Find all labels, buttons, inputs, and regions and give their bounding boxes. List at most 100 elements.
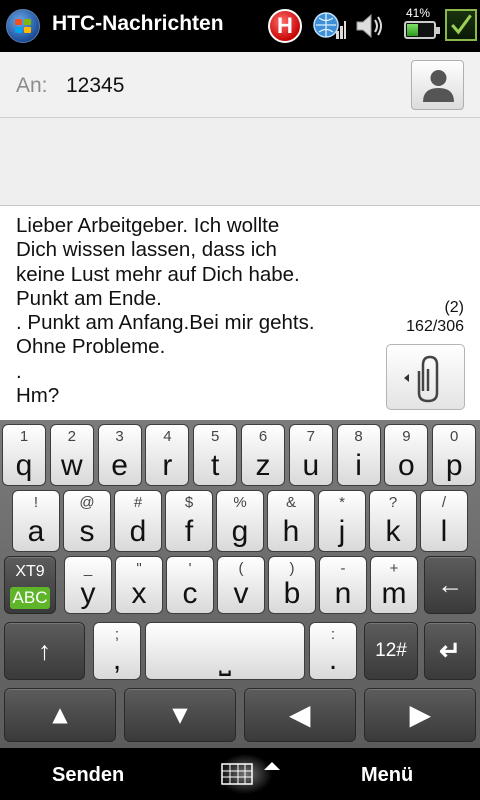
key-primary-label: p: [445, 449, 463, 482]
status-bar: HTC-Nachrichten H 41%: [0, 0, 480, 52]
key-secondary-label: (: [238, 560, 244, 577]
key-primary-label: h: [282, 515, 300, 548]
recipient-row[interactable]: An: 12345: [0, 52, 480, 118]
space-key[interactable]: ⎵: [145, 622, 305, 680]
key-i[interactable]: 8i: [336, 424, 381, 486]
message-text[interactable]: Lieber Arbeitgeber. Ich wollte Dich wiss…: [16, 214, 378, 408]
message-line: Ohne Probleme.: [16, 335, 166, 359]
key-primary-label: v: [233, 577, 249, 610]
message-body[interactable]: Lieber Arbeitgeber. Ich wollte Dich wiss…: [0, 206, 480, 420]
key-w[interactable]: 2w: [49, 424, 94, 486]
key-comma[interactable]: ;,: [93, 622, 141, 680]
windows-start-icon[interactable]: [6, 9, 40, 43]
key-v[interactable]: (v: [217, 556, 265, 614]
h-data-icon[interactable]: H: [268, 9, 302, 43]
key-g[interactable]: % g: [216, 490, 264, 552]
to-field[interactable]: 12345: [66, 74, 124, 98]
key-q[interactable]: 1q: [2, 424, 46, 486]
shift-arrow-icon: ↑: [38, 635, 51, 666]
subject-area[interactable]: [0, 118, 480, 206]
xt9-abc-key[interactable]: XT9 ABC: [4, 556, 56, 614]
key-primary-label: t: [211, 449, 220, 482]
key-e[interactable]: 3e: [97, 424, 142, 486]
attach-button[interactable]: [386, 344, 465, 410]
key-secondary-label: &: [285, 494, 296, 511]
key-h[interactable]: & h: [267, 490, 315, 552]
key-secondary-label: ;: [114, 626, 120, 643]
key-primary-label: j: [338, 515, 346, 548]
key-a[interactable]: ! a: [12, 490, 60, 552]
keyboard-toggle-button[interactable]: [210, 752, 290, 796]
key-secondary-label: ": [136, 560, 142, 577]
key-primary-label: a: [27, 515, 45, 548]
arrow-right-icon: ▶: [410, 699, 430, 730]
ok-check-icon[interactable]: [445, 9, 477, 41]
key-secondary-label: *: [339, 494, 345, 511]
key-primary-label: y: [80, 577, 96, 610]
key-secondary-label: $: [184, 494, 194, 511]
key-primary-label: k: [385, 515, 401, 548]
arrow-left-icon: ◀: [290, 699, 310, 730]
key-o[interactable]: 9o: [384, 424, 429, 486]
arrow-right-key[interactable]: ▶: [364, 688, 476, 742]
space-bar-icon: ⎵: [219, 643, 231, 676]
xt9-label: XT9: [15, 563, 45, 580]
char-count: 162/306: [406, 318, 464, 335]
key-primary-label: b: [283, 577, 301, 610]
key-primary-label: n: [334, 577, 352, 610]
symbols-label: 12#: [375, 640, 407, 661]
key-r[interactable]: 4r: [145, 424, 190, 486]
symbols-key[interactable]: 12#: [364, 622, 418, 680]
key-k[interactable]: ? k: [369, 490, 417, 552]
key-primary-label: w: [60, 449, 83, 482]
key-secondary-label: 5: [211, 428, 220, 445]
arrow-left-key[interactable]: ◀: [244, 688, 356, 742]
message-line: .: [16, 359, 22, 383]
key-b[interactable]: ) b: [268, 556, 316, 614]
key-secondary-label: +: [389, 560, 399, 577]
key-f[interactable]: $ f: [165, 490, 213, 552]
key-l[interactable]: / l: [420, 490, 468, 552]
key-t[interactable]: 5t: [193, 424, 238, 486]
key-secondary-label: 2: [67, 428, 76, 445]
menu-softkey[interactable]: Menü: [361, 764, 413, 787]
keyboard-icon: [221, 762, 280, 785]
shift-key[interactable]: ↑: [4, 622, 85, 680]
softkey-bar: Senden Menü: [0, 748, 480, 800]
key-secondary-label: ?: [388, 494, 398, 511]
volume-icon[interactable]: [352, 9, 386, 43]
key-primary-label: d: [129, 515, 147, 548]
battery-icon[interactable]: [404, 21, 440, 39]
contact-icon: [423, 70, 454, 102]
enter-key[interactable]: ↵: [424, 622, 476, 680]
backspace-key[interactable]: ←: [424, 556, 476, 614]
key-p[interactable]: 0p: [432, 424, 477, 486]
message-line: keine Lust mehr auf Dich habe.: [16, 262, 300, 286]
key-secondary-label: :: [330, 626, 336, 643]
key-period[interactable]: :.: [309, 622, 357, 680]
key-c[interactable]: ' c: [166, 556, 214, 614]
keyboard: 1q2w3e4r5t6z7u8i9o0p ! a @ s # d $ f% g & h * j? k / l …: [0, 420, 480, 748]
arrow-down-key[interactable]: ▼: [124, 688, 236, 742]
key-u[interactable]: 7u: [288, 424, 333, 486]
key-primary-label: m: [381, 577, 407, 610]
arrow-up-key[interactable]: ▲: [4, 688, 116, 742]
key-secondary-label: _: [83, 560, 93, 577]
key-y[interactable]: _ y: [64, 556, 112, 614]
key-d[interactable]: # d: [114, 490, 162, 552]
contact-picker-button[interactable]: [411, 60, 464, 110]
send-softkey[interactable]: Senden: [52, 764, 124, 787]
key-s[interactable]: @ s: [63, 490, 111, 552]
key-primary-label: u: [302, 449, 320, 482]
key-primary-label: c: [182, 577, 198, 610]
key-n[interactable]: -n: [319, 556, 367, 614]
key-m[interactable]: + m: [370, 556, 418, 614]
key-j[interactable]: * j: [318, 490, 366, 552]
battery-percent: 41%: [406, 6, 431, 20]
key-x[interactable]: " x: [115, 556, 163, 614]
backspace-icon: ←: [437, 569, 463, 600]
key-primary-label: ,: [112, 643, 122, 676]
key-secondary-label: -: [340, 560, 346, 577]
key-z[interactable]: 6z: [241, 424, 285, 486]
signal-icon[interactable]: [312, 9, 346, 43]
